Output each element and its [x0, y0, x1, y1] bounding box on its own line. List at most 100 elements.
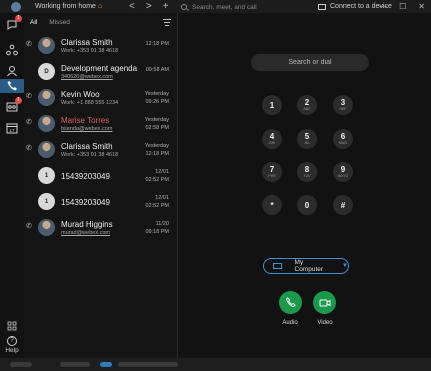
- call-history-row[interactable]: 1 15439203049 12/01 02:52 PM: [24, 189, 178, 215]
- apps-nav[interactable]: [5, 319, 19, 333]
- dialpad-letters: DEF: [339, 107, 347, 111]
- dialpad-digit: *: [270, 201, 274, 210]
- call-time: Yesterday 09:26 PM: [145, 90, 169, 106]
- calendar-icon: 17: [6, 123, 18, 134]
- call-history-row[interactable]: ✆ Marise Torres bsenda@webex.com Yesterday 0…: [24, 111, 178, 137]
- svg-text:17: 17: [9, 128, 15, 133]
- dialpad-key[interactable]: 4 GHI: [262, 129, 282, 149]
- call-clock: 02:58 PM: [145, 125, 169, 131]
- search-icon: [181, 4, 187, 10]
- device-dropdown[interactable]: My Computer ▼: [263, 258, 349, 274]
- dialpad-key[interactable]: 9 WXYZ: [333, 162, 353, 182]
- help-icon: ?: [7, 336, 17, 346]
- dialpad-digit: 5: [304, 132, 310, 141]
- user-avatar[interactable]: [11, 1, 21, 12]
- dialpad-key[interactable]: 1: [262, 95, 282, 115]
- dialpad-key[interactable]: 2 ABC: [297, 95, 317, 115]
- avatar: [38, 89, 55, 106]
- dialpad-digit: #: [340, 201, 346, 210]
- dialpad-key[interactable]: 7 PRS: [262, 162, 282, 182]
- video-camera-icon: [319, 299, 330, 306]
- caller-detail: Work: +353 91 38 4618: [61, 152, 119, 158]
- contacts-nav[interactable]: [5, 64, 19, 78]
- tab-missed[interactable]: Missed: [43, 13, 76, 33]
- caller-name: 15439203049: [61, 172, 110, 181]
- call-date: 11/20: [155, 221, 169, 227]
- video-call-button[interactable]: [313, 291, 336, 314]
- dialpad-digit: 6: [340, 132, 346, 141]
- voicemail-nav[interactable]: 1: [5, 97, 22, 114]
- dialpad-digit: 2: [304, 98, 310, 107]
- caller-detail[interactable]: 340620@webex.com: [61, 74, 113, 80]
- search-input[interactable]: [192, 3, 312, 11]
- call-time: Yesterday 02:58 PM: [145, 116, 169, 132]
- maximize-button[interactable]: ☐: [399, 2, 406, 11]
- avatar-initial: 1: [44, 198, 49, 205]
- call-time: 12/01 02:52 PM: [145, 194, 169, 210]
- avatar: 1: [38, 193, 55, 210]
- call-history-row[interactable]: ✆ Kevin Woo Work: +1 888 555 1234 Yesterday…: [24, 85, 178, 111]
- dialpad-key[interactable]: *: [262, 195, 282, 215]
- left-nav-rail: 1 1 17 ? Help: [0, 13, 24, 358]
- calls-badge: 1: [15, 97, 22, 104]
- back-button[interactable]: <: [129, 1, 135, 12]
- call-date: 12/01: [155, 195, 169, 201]
- call-history-row[interactable]: ✆ Clarissa Smith Work: +353 91 38 4618 12:1…: [24, 33, 178, 59]
- house-icon: ⌂: [97, 3, 103, 10]
- audio-call-button[interactable]: [279, 291, 302, 314]
- teams-nav[interactable]: [5, 43, 19, 57]
- dialpad-key[interactable]: 5 JKL: [297, 129, 317, 149]
- dialpad-letters: PRS: [268, 174, 276, 178]
- device-dropdown-label: My Computer: [294, 259, 324, 273]
- audio-label: Audio: [282, 320, 298, 326]
- dialpad-key[interactable]: 8 TUV: [297, 162, 317, 182]
- calendar-nav[interactable]: 17: [5, 121, 19, 135]
- help-button[interactable]: ? Help: [3, 336, 21, 354]
- computer-icon: [273, 263, 282, 269]
- dialpad-digit: 4: [269, 132, 275, 141]
- dialpad-key[interactable]: #: [333, 195, 353, 215]
- phone-icon: ✆: [26, 145, 32, 152]
- filter-icon[interactable]: [163, 19, 171, 27]
- add-button[interactable]: +: [163, 1, 169, 12]
- caller-name: Clarissa Smith: [61, 38, 113, 47]
- forward-button[interactable]: >: [146, 1, 152, 12]
- call-history-row[interactable]: ✆ Murad Higgins murad@webex.com 11/20 09:18 …: [24, 215, 178, 241]
- apps-grid-icon: [7, 321, 17, 331]
- call-history-row[interactable]: ✆ Clarissa Smith Work: +353 91 38 4618 Yest…: [24, 137, 178, 163]
- tab-all[interactable]: All: [24, 13, 43, 33]
- calling-nav[interactable]: [0, 79, 24, 93]
- taskbar-strip: [0, 358, 431, 371]
- dial-input[interactable]: [251, 54, 369, 71]
- call-history-row[interactable]: 1 15439203049 12/01 02:52 PM: [24, 163, 178, 189]
- phone-icon: ✆: [26, 119, 32, 126]
- call-time: 12/01 02:52 PM: [145, 168, 169, 184]
- caller-detail[interactable]: bsenda@webex.com: [61, 126, 112, 132]
- call-time: 11/20 09:18 PM: [145, 220, 169, 236]
- dialpad-digit: 1: [269, 101, 275, 110]
- caller-detail[interactable]: murad@webex.com: [61, 230, 110, 236]
- avatar: D: [38, 63, 55, 80]
- call-date: Yesterday: [144, 117, 169, 123]
- chevron-down-icon: ▼: [342, 263, 348, 269]
- dialpad-letters: GHI: [268, 141, 276, 145]
- messaging-nav[interactable]: 1: [5, 15, 22, 32]
- avatar: [38, 141, 55, 158]
- phone-icon: [7, 81, 17, 91]
- caller-name: Development agenda: [61, 64, 138, 73]
- call-history-row[interactable]: D Development agenda 340620@webex.com 09:58…: [24, 59, 178, 85]
- status-message[interactable]: Working from home ⌂: [35, 3, 102, 10]
- close-button[interactable]: ✕: [418, 2, 425, 11]
- caller-name: Marise Torres: [61, 116, 110, 125]
- avatar: 1: [38, 167, 55, 184]
- minimize-button[interactable]: —: [379, 2, 387, 11]
- search-box[interactable]: [181, 2, 313, 12]
- dialpad-digit: 7: [269, 165, 275, 174]
- dialpad-digit: 9: [340, 165, 346, 174]
- dialpad-key[interactable]: 6 MNO: [333, 129, 353, 149]
- call-time: Yesterday 12:18 PM: [145, 142, 169, 158]
- dialpad-key[interactable]: 0: [297, 195, 317, 215]
- caller-name: Murad Higgins: [61, 220, 113, 229]
- dialpad-key[interactable]: 3 DEF: [333, 95, 353, 115]
- dialpad-letters: TUV: [303, 174, 311, 178]
